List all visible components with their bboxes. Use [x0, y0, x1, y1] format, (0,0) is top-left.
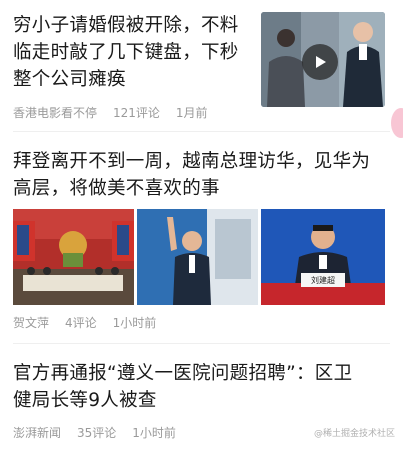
article-image-2[interactable]	[137, 209, 258, 305]
comment-count: 121评论	[113, 106, 160, 120]
source-label[interactable]: 贺文萍	[13, 314, 49, 331]
article-title[interactable]: 拜登离开不到一周，越南总理访华，见华为 高层，将做美不喜欢的事	[13, 148, 393, 202]
comment-count: 4评论	[65, 316, 97, 330]
timestamp: 1小时前	[112, 316, 157, 330]
news-item[interactable]: 穷小子请婚假被开除，不料 临走时敲了几下键盘，下秒 整个公司瘫痪 香港电影看不停…	[0, 0, 403, 128]
side-indicator	[391, 108, 403, 138]
article-title[interactable]: 官方再通报“遵义一医院问题招聘”：区卫 健局长等9人被查	[13, 360, 393, 414]
article-image-3[interactable]: 刘建超	[261, 209, 385, 305]
timestamp: 1月前	[175, 106, 208, 120]
article-meta: 香港电影看不停 121评论 1月前	[13, 104, 224, 121]
divider	[13, 131, 390, 132]
video-thumbnail[interactable]	[261, 12, 385, 107]
timestamp: 1小时前	[132, 426, 176, 440]
comment-count: 35评论	[77, 426, 117, 440]
article-meta: 贺文萍 4评论 1小时前	[13, 314, 172, 331]
nameplate-text: 刘建超	[311, 275, 335, 285]
divider	[13, 343, 390, 344]
watermark: @稀土掘金技术社区	[313, 429, 395, 439]
article-title[interactable]: 穷小子请婚假被开除，不料 临走时敲了几下键盘，下秒 整个公司瘫痪	[13, 12, 258, 93]
source-label[interactable]: 澎湃新闻	[13, 424, 61, 441]
source-label[interactable]: 香港电影看不停	[13, 104, 97, 121]
article-meta: 澎湃新闻 35评论 1小时前	[13, 424, 192, 441]
play-icon[interactable]	[302, 44, 338, 80]
article-image-1[interactable]	[13, 209, 134, 305]
